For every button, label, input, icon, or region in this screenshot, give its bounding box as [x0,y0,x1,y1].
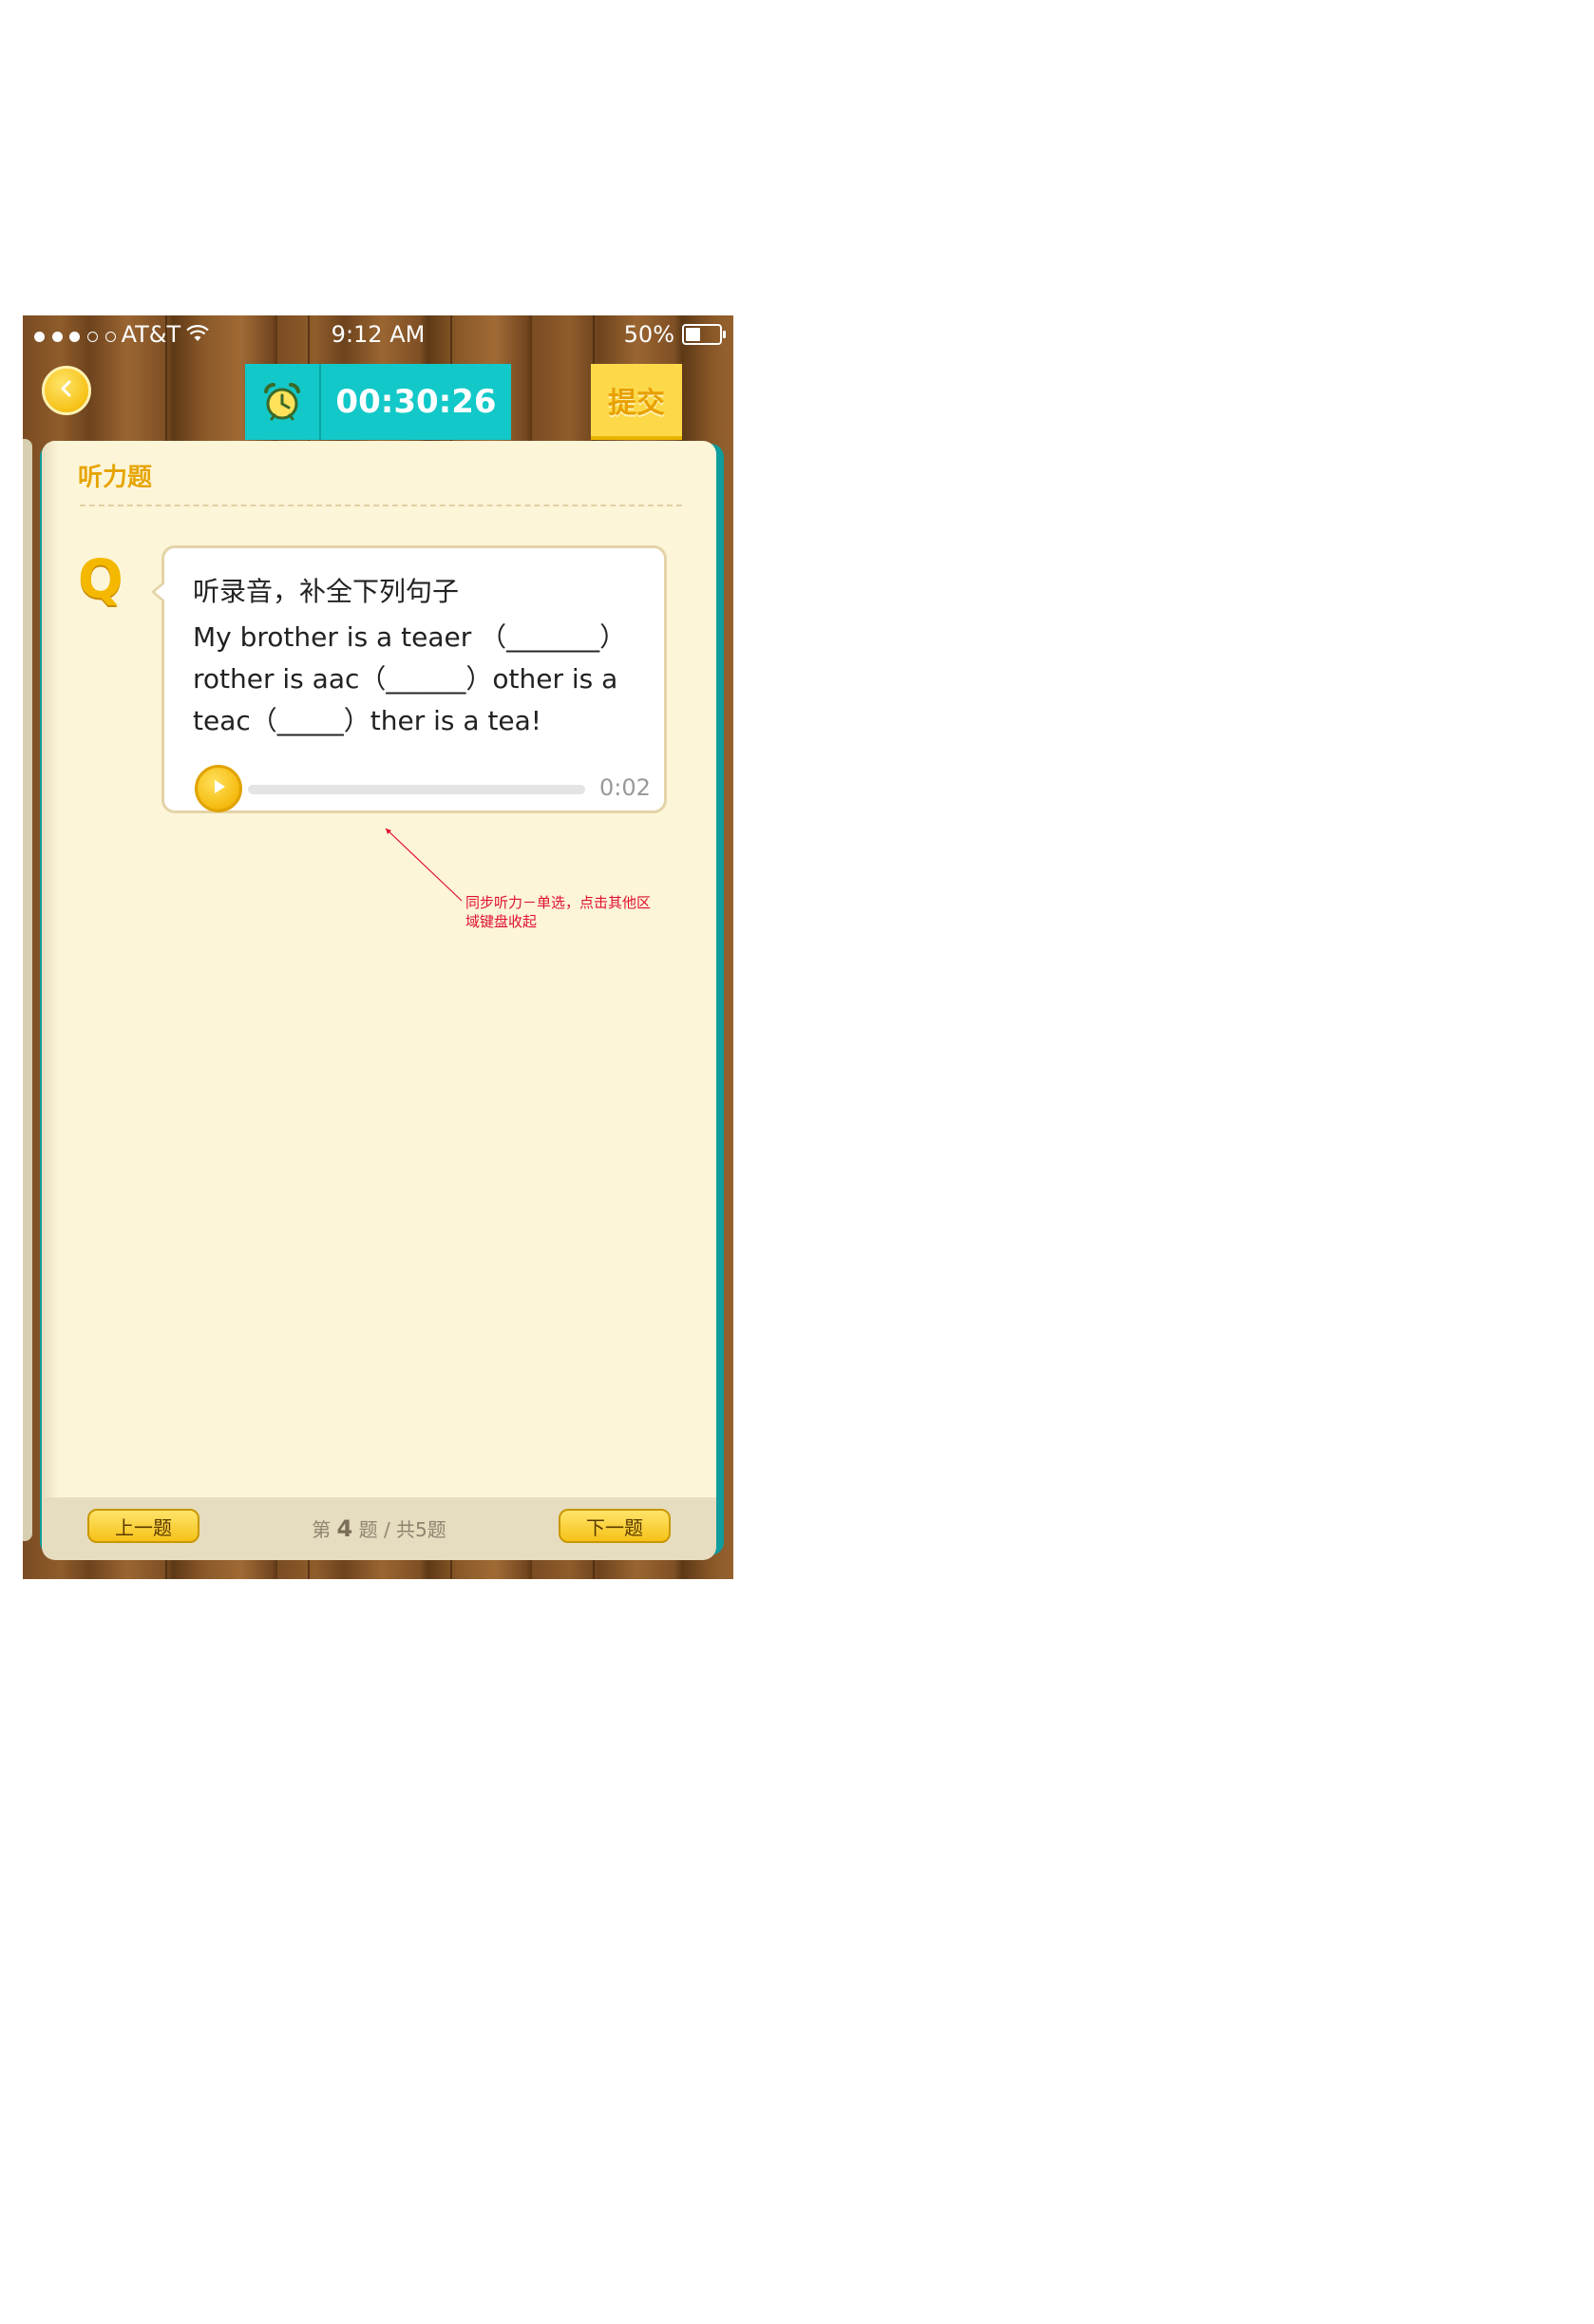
annotation-line: 同步听力－单选，点击其他区 [465,894,652,911]
annotation-line: 域键盘收起 [465,913,538,930]
annotation-arrow [385,828,463,902]
annotation-note: 同步听力－单选，点击其他区 域键盘收起 [465,893,674,931]
